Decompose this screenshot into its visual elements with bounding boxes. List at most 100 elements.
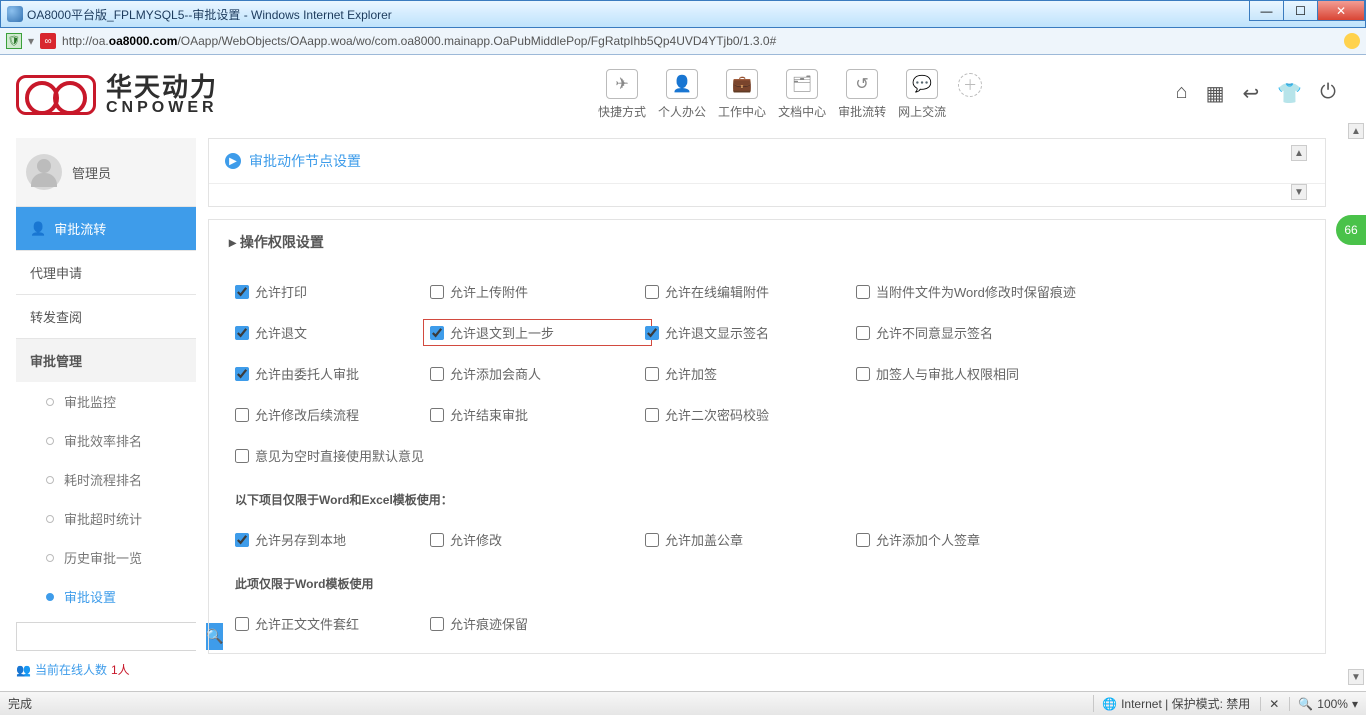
checkbox-input[interactable] <box>430 367 444 381</box>
user-flow-icon: 👤 <box>30 221 46 237</box>
checkbox-input[interactable] <box>856 533 870 547</box>
subnav-item-history[interactable]: 历史审批一览 <box>46 538 196 577</box>
header-actions: ⌂ ▦ ↩ 👕 ⏻ <box>1176 81 1337 106</box>
subnav-item-timeout[interactable]: 审批超时统计 <box>46 499 196 538</box>
plugin-icon[interactable] <box>1344 33 1360 49</box>
sidebar: 管理员 👤 审批流转 代理申请 转发查阅 审批管理 审批监控 审批效率排名 耗时… <box>16 138 196 678</box>
nav-chat[interactable]: 💬网上交流 <box>898 69 946 120</box>
favicon-icon: ∞ <box>40 33 56 49</box>
checkbox-input[interactable] <box>430 326 444 340</box>
window-close-button[interactable]: ✕ <box>1317 1 1365 21</box>
add-nav-button[interactable]: ＋ <box>958 73 982 97</box>
checkbox-option[interactable]: 允许在线编辑附件 <box>645 282 856 301</box>
user-box[interactable]: 管理员 <box>16 138 196 206</box>
home-icon[interactable]: ⌂ <box>1176 81 1188 106</box>
zoom-icon: 🔍 <box>1298 697 1313 711</box>
checkbox-option[interactable]: 允许添加个人签章 <box>856 530 1299 549</box>
checkbox-option[interactable]: 允许打印 <box>235 282 430 301</box>
subnav-item-settings[interactable]: 审批设置 <box>46 577 196 616</box>
checkbox-option[interactable]: 允许加盖公章 <box>645 530 856 549</box>
nav-shortcut[interactable]: ✈快捷方式 <box>598 69 646 120</box>
url-display[interactable]: http://oa.oa8000.com/OAapp/WebObjects/OA… <box>62 34 1338 48</box>
sub-heading: 以下项目仅限于Word和Excel模板使用： <box>235 491 1299 508</box>
checkbox-option[interactable]: 意见为空时直接使用默认意见 <box>235 446 1299 465</box>
panel-node-settings: ▶ 审批动作节点设置 ▲ ▼ <box>208 138 1326 207</box>
checkbox-input[interactable] <box>430 533 444 547</box>
zoom-control[interactable]: 🔍100% ▾ <box>1289 697 1358 711</box>
power-icon[interactable]: ⏻ <box>1320 81 1336 106</box>
checkbox-option[interactable]: 允许结束审批 <box>430 405 645 424</box>
checkbox-option[interactable]: 允许修改后续流程 <box>235 405 430 424</box>
security-shield-icon[interactable]: 🛡 <box>6 33 22 49</box>
ie-icon <box>7 6 23 22</box>
checkbox-input[interactable] <box>430 617 444 631</box>
checkbox-option[interactable]: 允许由委托人审批 <box>235 364 430 383</box>
globe-icon: 🌐 <box>1102 697 1117 711</box>
checkbox-option[interactable]: 当附件文件为Word修改时保留痕迹 <box>856 282 1299 301</box>
search-input[interactable] <box>17 623 206 650</box>
highlighted-option[interactable]: 允许退文到上一步 <box>423 319 652 346</box>
dropdown-icon[interactable]: ▾ <box>28 34 34 48</box>
checkbox-input[interactable] <box>430 408 444 422</box>
checkbox-input[interactable] <box>235 617 249 631</box>
checkbox-option[interactable]: 允许加签 <box>645 364 856 383</box>
scroll-down-button[interactable]: ▼ <box>1291 184 1307 200</box>
floating-badge[interactable]: 66 <box>1336 215 1366 245</box>
checkbox-input[interactable] <box>235 533 249 547</box>
scroll-up-button[interactable]: ▲ <box>1291 145 1307 161</box>
checkbox-input[interactable] <box>645 408 659 422</box>
nav-approval[interactable]: ↺审批流转 <box>838 69 886 120</box>
sidebar-section-approval-mgmt[interactable]: 审批管理 <box>16 338 196 382</box>
sidebar-item-approval-flow[interactable]: 👤 审批流转 <box>16 206 196 250</box>
subnav-item-efficiency[interactable]: 审批效率排名 <box>46 421 196 460</box>
checkbox-option[interactable]: 允许不同意显示签名 <box>856 323 1299 342</box>
checkbox-option[interactable]: 允许上传附件 <box>430 282 645 301</box>
checkbox-input[interactable] <box>856 285 870 299</box>
checkbox-input[interactable] <box>856 326 870 340</box>
grid-icon[interactable]: ▦ <box>1206 81 1225 106</box>
section-heading[interactable]: ▸ 操作权限设置 <box>209 220 1325 264</box>
checkbox-option[interactable]: 允许痕迹保留 <box>430 614 645 633</box>
subnav-item-monitor[interactable]: 审批监控 <box>46 382 196 421</box>
reply-icon[interactable]: ↩ <box>1243 81 1260 106</box>
status-zone[interactable]: 🌐Internet | 保护模式: 禁用 <box>1093 695 1250 712</box>
checkbox-option[interactable]: 允许另存到本地 <box>235 530 430 549</box>
sidebar-search: 🔍 <box>16 622 196 651</box>
checkbox-input[interactable] <box>645 533 659 547</box>
window-maximize-button[interactable]: ☐ <box>1283 1 1317 21</box>
page-scroll-up[interactable]: ▲ <box>1348 123 1364 139</box>
status-protected[interactable]: ✕ <box>1260 697 1279 711</box>
checkbox-input[interactable] <box>856 367 870 381</box>
shirt-icon[interactable]: 👕 <box>1277 81 1302 106</box>
sidebar-item-forward[interactable]: 转发查阅 <box>16 294 196 338</box>
sidebar-item-proxy[interactable]: 代理申请 <box>16 250 196 294</box>
logo-en: CNPOWER <box>106 100 218 116</box>
status-bar: 完成 🌐Internet | 保护模式: 禁用 ✕ 🔍100% ▾ <box>0 691 1366 715</box>
checkbox-option[interactable]: 允许二次密码校验 <box>645 405 856 424</box>
checkbox-option[interactable]: 允许退文 <box>235 323 430 342</box>
checkbox-option[interactable]: 允许修改 <box>430 530 645 549</box>
page-scroll-down[interactable]: ▼ <box>1348 669 1364 685</box>
checkbox-input[interactable] <box>645 326 659 340</box>
checkbox-input[interactable] <box>235 326 249 340</box>
checkbox-input[interactable] <box>430 285 444 299</box>
checkbox-input[interactable] <box>235 285 249 299</box>
send-icon: ✈ <box>606 69 638 99</box>
checkbox-input[interactable] <box>235 449 249 463</box>
subnav-item-time[interactable]: 耗时流程排名 <box>46 460 196 499</box>
checkbox-option[interactable]: 允许正文文件套红 <box>235 614 430 633</box>
checkbox-input[interactable] <box>235 408 249 422</box>
checkbox-option[interactable]: 允许添加会商人 <box>430 364 645 383</box>
checkbox-option[interactable]: 加签人与审批人权限相同 <box>856 364 1299 383</box>
nav-work[interactable]: 💼工作中心 <box>718 69 766 120</box>
checkbox-input[interactable] <box>645 285 659 299</box>
chat-icon: 💬 <box>906 69 938 99</box>
checkbox-input[interactable] <box>235 367 249 381</box>
nav-docs[interactable]: 🗂文档中心 <box>778 69 826 120</box>
panel-title: ▶ 审批动作节点设置 <box>209 139 1325 184</box>
checkbox-input[interactable] <box>645 367 659 381</box>
window-minimize-button[interactable]: — <box>1249 1 1283 21</box>
nav-personal[interactable]: 👤个人办公 <box>658 69 706 120</box>
logo-mark-icon <box>16 75 96 115</box>
checkbox-option[interactable]: 允许退文显示签名 <box>645 323 856 342</box>
